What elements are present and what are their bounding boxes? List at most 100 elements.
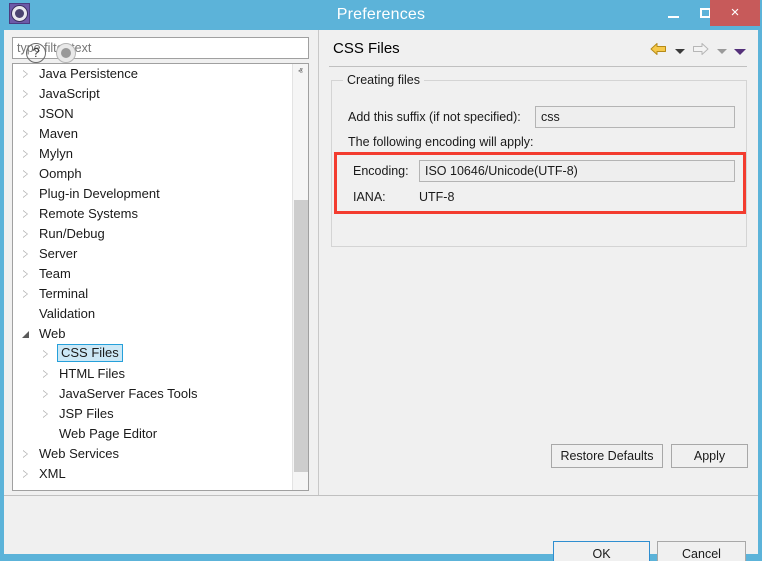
tree-item[interactable]: Run/Debug (13, 224, 308, 244)
tree-scrollbar[interactable]: ⱏ ⱟ (292, 64, 308, 490)
close-button[interactable]: × (710, 0, 760, 26)
tree-item[interactable]: Mylyn (13, 144, 308, 164)
view-menu-chevron-down-icon[interactable] (734, 49, 746, 55)
tree-item-label: Maven (37, 124, 80, 144)
tree-item[interactable]: Server (13, 244, 308, 264)
tree-item-label: JavaServer Faces Tools (57, 384, 200, 404)
tree-collapsed-arrow-icon[interactable] (42, 370, 51, 379)
tree-item[interactable]: Plug-in Development (13, 184, 308, 204)
preferences-sidebar: Java Persistence JavaScript JSON Maven Mylyn… (4, 30, 318, 495)
tree-collapsed-arrow-icon[interactable] (22, 470, 31, 479)
tree-collapsed-arrow-icon[interactable] (42, 410, 51, 419)
suffix-combobox[interactable]: css ⱟ (535, 106, 735, 128)
window-title: Preferences (0, 0, 762, 30)
iana-label: IANA: (353, 190, 386, 204)
tree-collapsed-arrow-icon[interactable] (22, 450, 31, 459)
preferences-window: Preferences × Java Persistence JavaScript… (0, 0, 762, 561)
tree-item[interactable]: Web Services (13, 444, 308, 464)
page-title: CSS Files (333, 40, 400, 57)
tree-item[interactable]: JSP Files (13, 404, 308, 424)
tree-item[interactable]: Web Page Editor (13, 424, 308, 444)
encoding-combobox[interactable]: ISO 10646/Unicode(UTF-8) ⱟ (419, 160, 735, 182)
tree-item-label: Plug-in Development (37, 184, 162, 204)
tree-item-label: Mylyn (37, 144, 75, 164)
tree-item-label: XML (37, 464, 68, 484)
suffix-value: css (541, 107, 560, 127)
tree-collapsed-arrow-icon[interactable] (22, 190, 31, 199)
tree-collapsed-arrow-icon[interactable] (22, 230, 31, 239)
encoding-label: Encoding: (353, 164, 409, 178)
tree-collapsed-arrow-icon[interactable] (22, 250, 31, 259)
tree-item[interactable]: Remote Systems (13, 204, 308, 224)
tree-collapsed-arrow-icon[interactable] (42, 390, 51, 399)
encoding-value: ISO 10646/Unicode(UTF-8) (425, 161, 578, 181)
back-history-chevron-down-icon[interactable] (675, 49, 685, 54)
tree-collapsed-arrow-icon[interactable] (22, 150, 31, 159)
tree-item-label: Run/Debug (37, 224, 107, 244)
apply-button[interactable]: Apply (671, 444, 748, 468)
tree-item-list: Java Persistence JavaScript JSON Maven Mylyn… (13, 64, 308, 484)
tree-item-label: Web (37, 324, 68, 344)
ok-button[interactable]: OK (553, 541, 650, 561)
tree-collapsed-arrow-icon[interactable] (22, 70, 31, 79)
encoding-note-label: The following encoding will apply: (348, 135, 534, 149)
question-mark-icon[interactable]: ? (26, 43, 46, 63)
tree-item-label: Web Services (37, 444, 121, 464)
tree-item[interactable]: XML (13, 464, 308, 484)
back-arrow-icon[interactable] (650, 42, 667, 61)
tree-item-label: HTML Files (57, 364, 127, 384)
tree-item-label: JSON (37, 104, 76, 124)
title-separator (329, 66, 747, 67)
tree-item-label: Remote Systems (37, 204, 140, 224)
tree-collapsed-arrow-icon[interactable] (22, 290, 31, 299)
preferences-tree[interactable]: Java Persistence JavaScript JSON Maven Mylyn… (12, 63, 309, 491)
forward-history-chevron-down-icon (717, 49, 727, 54)
page-navigation-toolbar (647, 42, 746, 60)
tree-item[interactable]: CSS Files (13, 344, 308, 364)
tree-item[interactable]: Oomph (13, 164, 308, 184)
tree-item-label: Terminal (37, 284, 90, 304)
tree-item-label: Web Page Editor (57, 424, 159, 444)
cancel-button[interactable]: Cancel (657, 541, 746, 561)
tree-item[interactable]: Maven (13, 124, 308, 144)
tree-item[interactable]: JavaScript (13, 84, 308, 104)
suffix-label: Add this suffix (if not specified): (348, 110, 521, 124)
tree-item[interactable]: Terminal (13, 284, 308, 304)
tree-item-label: CSS Files (57, 344, 123, 362)
restore-defaults-button[interactable]: Restore Defaults (551, 444, 663, 468)
tree-collapsed-arrow-icon[interactable] (22, 210, 31, 219)
forward-arrow-icon (692, 42, 709, 61)
tree-collapsed-arrow-icon[interactable] (42, 350, 51, 359)
minimize-button[interactable] (658, 0, 690, 26)
circle-button-icon[interactable] (56, 43, 76, 63)
tree-collapsed-arrow-icon[interactable] (22, 130, 31, 139)
tree-item-label: JavaScript (37, 84, 102, 104)
tree-item[interactable]: Web (13, 324, 308, 344)
tree-item-label: Validation (37, 304, 97, 324)
tree-collapsed-arrow-icon[interactable] (22, 90, 31, 99)
dialog-client-area: Java PersistenceJavaScriptJSONMavenMylyn… (4, 30, 758, 554)
close-icon: × (710, 0, 760, 26)
scrollbar-thumb[interactable] (294, 200, 308, 472)
tree-item-label: JSP Files (57, 404, 116, 424)
scroll-up-icon[interactable]: ⱏ (293, 64, 308, 80)
window-titlebar: Preferences × (0, 0, 762, 30)
tree-collapsed-arrow-icon[interactable] (22, 110, 31, 119)
tree-item-label: Server (37, 244, 79, 264)
preferences-content-pane: CSS Files Creating files Add this suffix… (318, 30, 758, 495)
tree-item[interactable]: JSON (13, 104, 308, 124)
tree-item-label: Oomph (37, 164, 84, 184)
iana-value: UTF-8 (419, 190, 454, 204)
scroll-down-icon[interactable]: ⱟ (293, 474, 308, 490)
tree-collapsed-arrow-icon[interactable] (22, 270, 31, 279)
tree-item[interactable]: Java Persistence (13, 64, 308, 84)
tree-item-label: Java Persistence (37, 64, 140, 84)
tree-expanded-arrow-icon[interactable] (22, 330, 31, 339)
tree-item[interactable]: HTML Files (13, 364, 308, 384)
tree-item-label: Team (37, 264, 73, 284)
creating-files-legend: Creating files (343, 73, 424, 87)
tree-item[interactable]: JavaServer Faces Tools (13, 384, 308, 404)
tree-item[interactable]: Validation (13, 304, 308, 324)
tree-collapsed-arrow-icon[interactable] (22, 170, 31, 179)
tree-item[interactable]: Team (13, 264, 308, 284)
